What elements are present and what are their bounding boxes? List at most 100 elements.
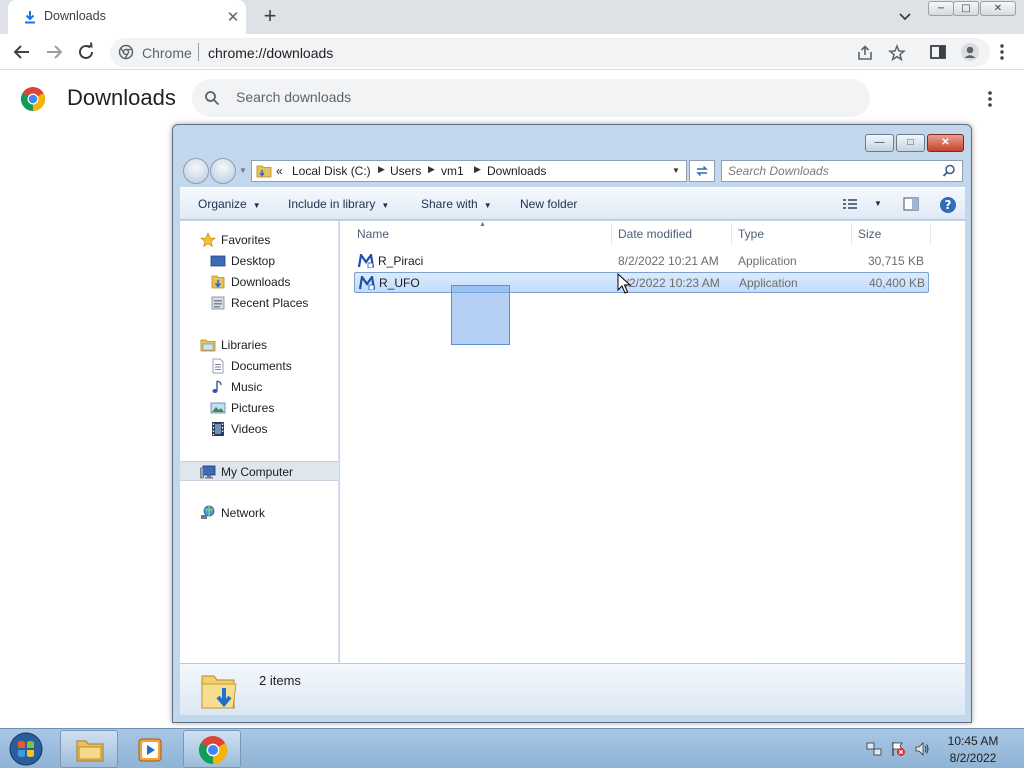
nav-label: Libraries bbox=[221, 338, 268, 352]
folder-icon bbox=[76, 740, 104, 762]
address-bar[interactable]: Chrome chrome://downloads bbox=[110, 38, 990, 67]
share-with-button[interactable]: Share with ▼ bbox=[421, 197, 492, 211]
window-minimize-button[interactable]: − bbox=[928, 1, 954, 16]
bookmark-star-icon[interactable] bbox=[888, 44, 906, 62]
nav-item-libraries[interactable]: Libraries bbox=[180, 335, 338, 355]
change-view-icon[interactable] bbox=[842, 197, 858, 211]
breadcrumb-separator[interactable]: ▶ bbox=[428, 164, 435, 175]
side-panel-icon[interactable] bbox=[928, 42, 948, 62]
search-icon bbox=[205, 91, 220, 106]
column-divider[interactable] bbox=[851, 223, 852, 245]
explorer-search-input[interactable] bbox=[728, 164, 928, 178]
forward-arrow-icon[interactable] bbox=[42, 40, 66, 64]
nav-item-my-computer[interactable]: My Computer bbox=[180, 461, 338, 481]
explorer-forward-button[interactable] bbox=[210, 158, 236, 184]
breadcrumb-overflow[interactable]: « bbox=[276, 164, 283, 178]
file-size: 40,400 KB bbox=[868, 276, 925, 290]
column-header-size[interactable]: Size bbox=[858, 227, 881, 241]
taskbar-explorer[interactable] bbox=[60, 730, 118, 768]
breadcrumb-separator[interactable]: ▶ bbox=[378, 164, 385, 175]
tab-downloads[interactable]: Downloads ✕ bbox=[8, 0, 246, 34]
include-in-library-button[interactable]: Include in library ▼ bbox=[288, 197, 389, 211]
preview-pane-icon[interactable] bbox=[903, 197, 919, 211]
action-center-flag-icon[interactable] bbox=[890, 741, 906, 757]
site-label: Chrome bbox=[142, 45, 192, 61]
chevron-down-icon: ▼ bbox=[252, 201, 261, 210]
nav-item-music[interactable]: Music bbox=[180, 377, 338, 397]
downloads-folder-icon bbox=[211, 275, 225, 289]
window-close-button[interactable]: ✕ bbox=[980, 1, 1016, 16]
nav-item-downloads[interactable]: Downloads bbox=[180, 272, 338, 292]
view-options-dropdown-icon[interactable]: ▼ bbox=[874, 199, 882, 208]
column-divider[interactable] bbox=[611, 223, 612, 245]
network-tray-icon[interactable] bbox=[866, 741, 882, 757]
pictures-icon bbox=[210, 402, 226, 414]
clock-time[interactable]: 10:45 AM bbox=[938, 734, 1008, 748]
explorer-close-button[interactable]: ✕ bbox=[927, 134, 964, 152]
column-header-name[interactable]: Name bbox=[357, 227, 389, 241]
nav-item-network[interactable]: Network bbox=[180, 503, 338, 523]
tab-close-icon[interactable]: ✕ bbox=[224, 8, 242, 26]
share-icon[interactable] bbox=[856, 44, 874, 62]
nav-item-pictures[interactable]: Pictures bbox=[180, 398, 338, 418]
svg-text:?: ? bbox=[945, 198, 952, 212]
breadcrumb-downloads[interactable]: Downloads bbox=[487, 164, 546, 178]
back-arrow-icon[interactable] bbox=[10, 40, 34, 64]
clock-date[interactable]: 8/2/2022 bbox=[938, 751, 1008, 765]
sort-ascending-icon: ▲ bbox=[479, 221, 486, 228]
explorer-address-bar[interactable]: « Local Disk (C:) ▶ Users ▶ vm1 ▶ Downlo… bbox=[251, 160, 687, 182]
maximize-icon: □ bbox=[961, 3, 971, 14]
file-type: Application bbox=[739, 276, 798, 290]
column-divider[interactable] bbox=[930, 223, 931, 245]
profile-avatar-icon[interactable] bbox=[960, 42, 980, 62]
explorer-maximize-button[interactable]: □ bbox=[896, 134, 925, 152]
breadcrumb-vm1[interactable]: vm1 bbox=[441, 164, 464, 178]
nav-item-favorites[interactable]: Favorites bbox=[180, 230, 338, 250]
taskbar-chrome[interactable] bbox=[183, 730, 241, 768]
column-header-date-modified[interactable]: Date modified bbox=[618, 227, 692, 241]
nav-item-desktop[interactable]: Desktop bbox=[180, 251, 338, 271]
address-dropdown-icon[interactable]: ▼ bbox=[672, 166, 680, 175]
tab-search-icon[interactable] bbox=[896, 9, 914, 25]
nav-item-recent-places[interactable]: Recent Places bbox=[180, 293, 338, 313]
nav-item-videos[interactable]: Videos bbox=[180, 419, 338, 439]
breadcrumb-local-disk[interactable]: Local Disk (C:) bbox=[292, 164, 371, 178]
explorer-refresh-button[interactable] bbox=[689, 160, 715, 182]
window-maximize-button[interactable]: □ bbox=[953, 1, 979, 16]
help-icon[interactable]: ? bbox=[939, 196, 957, 214]
file-size: 30,715 KB bbox=[867, 254, 924, 268]
column-header-type[interactable]: Type bbox=[738, 227, 764, 241]
explorer-back-button[interactable] bbox=[183, 158, 209, 184]
maximize-icon: □ bbox=[907, 137, 914, 148]
taskbar-media-player[interactable] bbox=[121, 730, 179, 768]
file-row[interactable]: R_Piraci 8/2/2022 10:21 AM Application 3… bbox=[354, 251, 929, 272]
breadcrumb-separator[interactable]: ▶ bbox=[474, 164, 481, 175]
file-row-selected[interactable]: R_UFO 8/2/2022 10:23 AM Application 40,4… bbox=[354, 272, 929, 293]
nav-label: Documents bbox=[231, 359, 292, 373]
refresh-icon bbox=[696, 165, 708, 177]
downloads-search-bar[interactable] bbox=[192, 79, 870, 117]
browser-menu-icon[interactable] bbox=[992, 42, 1012, 62]
nav-item-documents[interactable]: Documents bbox=[180, 356, 338, 376]
search-icon[interactable] bbox=[942, 164, 956, 178]
new-folder-button[interactable]: New folder bbox=[520, 197, 577, 211]
details-pane: 2 items bbox=[180, 663, 965, 715]
recent-pages-dropdown-icon[interactable]: ▼ bbox=[239, 166, 247, 175]
reload-icon[interactable] bbox=[74, 40, 98, 64]
explorer-search-box[interactable] bbox=[721, 160, 963, 182]
nav-label: Network bbox=[221, 506, 266, 520]
column-divider[interactable] bbox=[731, 223, 732, 245]
chevron-down-icon: ▼ bbox=[483, 201, 492, 210]
nav-label: Desktop bbox=[231, 254, 276, 268]
volume-icon[interactable] bbox=[914, 741, 930, 757]
start-button-icon[interactable] bbox=[6, 731, 46, 767]
new-tab-button[interactable]: + bbox=[258, 5, 282, 29]
nav-label: Recent Places bbox=[231, 296, 309, 310]
search-input[interactable] bbox=[236, 89, 836, 105]
organize-button[interactable]: Organize ▼ bbox=[198, 197, 261, 211]
breadcrumb-users[interactable]: Users bbox=[390, 164, 421, 178]
url-text[interactable]: chrome://downloads bbox=[208, 45, 333, 61]
file-list: ▲ Name Date modified Type Size R_Piraci … bbox=[340, 221, 965, 663]
explorer-minimize-button[interactable]: — bbox=[865, 134, 894, 152]
more-actions-icon[interactable] bbox=[982, 89, 998, 109]
